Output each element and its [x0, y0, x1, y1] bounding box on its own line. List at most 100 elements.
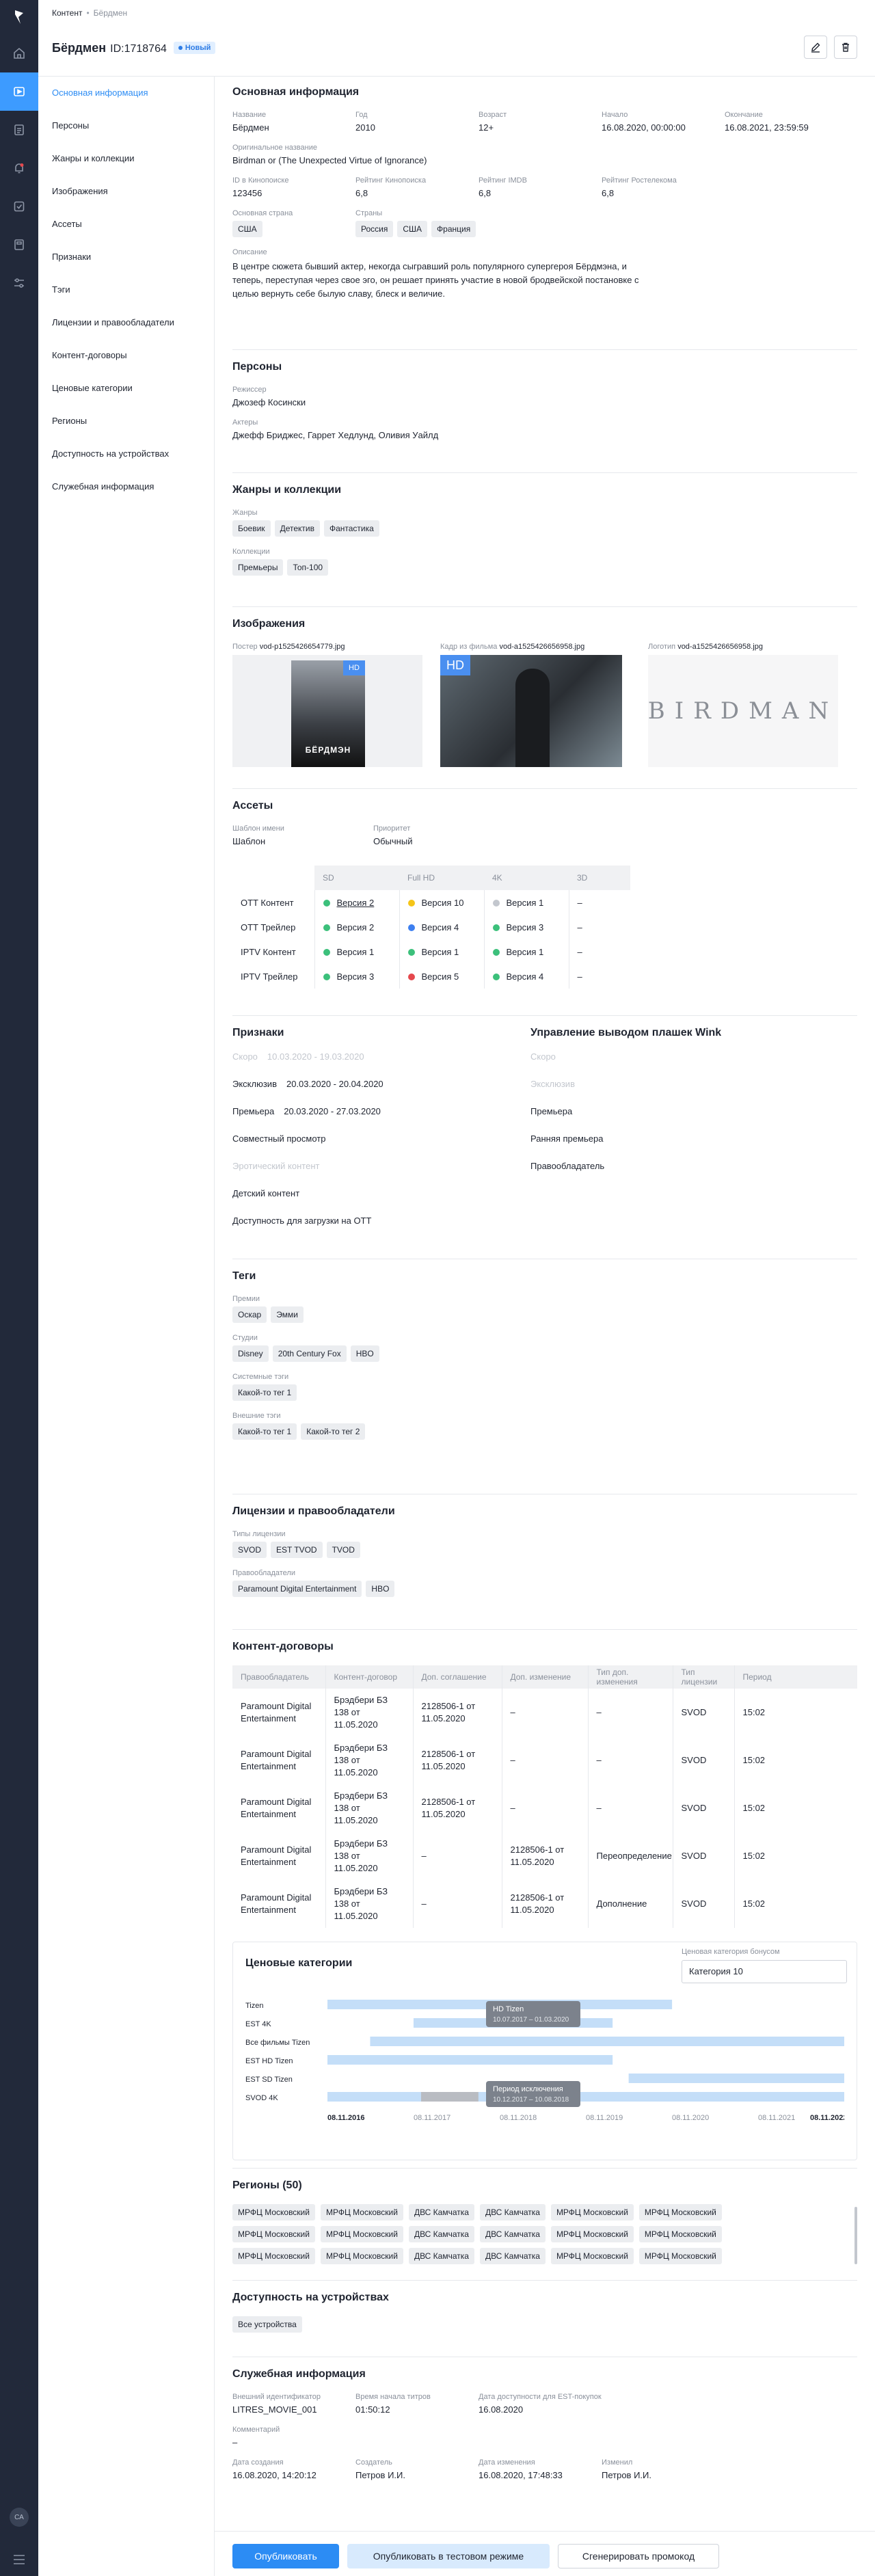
breadcrumb-root[interactable]: Контент [52, 8, 82, 18]
poster-image[interactable]: Постер vod-p1525426654779.jpg БЁРДМЭН HD [232, 643, 422, 767]
asset-cell[interactable]: Версия 1 [399, 939, 484, 964]
asset-cell[interactable]: Версия 5 [399, 964, 484, 989]
asset-cell[interactable]: – [568, 939, 630, 964]
field-value: 12+ [479, 122, 494, 133]
menu-collapse-icon[interactable] [12, 2554, 26, 2567]
table-row[interactable]: Paramount Digital Entertainment Брэдбери … [232, 1736, 857, 1784]
exclusion-period-bar[interactable] [420, 2092, 479, 2102]
region-chip: ДВС Камчатка [479, 2226, 546, 2242]
sidebar-item[interactable]: Ценовые категории [38, 372, 214, 405]
asset-cell[interactable]: Версия 2 [314, 890, 399, 915]
sidebar-item[interactable]: Персоны [38, 109, 214, 142]
sidebar-item[interactable]: Изображения [38, 175, 214, 208]
tag-group: Внешние тэги Какой-то тег 1 Какой-то тег 2 [232, 1412, 857, 1440]
asset-cell[interactable]: – [568, 890, 630, 915]
publish-test-button[interactable]: Опубликовать в тестовом режиме [347, 2544, 550, 2568]
contract-cell: SVOD [673, 1736, 735, 1784]
sidebar-item[interactable]: Жанры и коллекции [38, 142, 214, 175]
status-dot [492, 899, 500, 907]
sidebar-item[interactable]: Регионы [38, 405, 214, 438]
delete-button[interactable] [834, 36, 857, 59]
wink-badge-label: Скоро [530, 1051, 556, 1062]
sidebar-item[interactable]: Служебная информация [38, 470, 214, 503]
regions-scrollbar[interactable] [854, 2207, 857, 2264]
sidebar-item[interactable]: Тэги [38, 273, 214, 306]
table-row[interactable]: Paramount Digital Entertainment Брэдбери … [232, 1689, 857, 1736]
logo[interactable] [0, 0, 38, 34]
price-period-bar[interactable] [370, 2037, 844, 2046]
table-row[interactable]: Paramount Digital Entertainment Брэдбери … [232, 1880, 857, 1928]
contract-cell: SVOD [673, 1832, 735, 1880]
bonus-category-select[interactable]: Категория 10 [682, 1960, 847, 1983]
field-label: Комментарий [232, 2426, 280, 2434]
tasks-icon[interactable] [0, 187, 38, 226]
table-row[interactable]: Paramount Digital Entertainment Брэдбери … [232, 1832, 857, 1880]
asset-version: Версия 4 [506, 971, 544, 982]
section-title: Лицензии и правообладатели [232, 1505, 395, 1517]
section-service: Служебная информация Внешний идентификат… [232, 2357, 857, 2516]
flag-label: Совместный просмотр [232, 1133, 326, 1144]
asset-cell[interactable]: Версия 3 [314, 964, 399, 989]
avatar[interactable]: СА [10, 2508, 29, 2527]
home-icon[interactable] [0, 34, 38, 72]
asset-cell[interactable]: Версия 4 [483, 964, 569, 989]
asset-cell[interactable]: Версия 4 [399, 915, 484, 939]
sidebar-item[interactable]: Ассеты [38, 208, 214, 241]
price-period-bar[interactable] [327, 2092, 844, 2102]
field: Рейтинг Ростелекома 6,8 [602, 176, 725, 198]
device-chip: Все устройства [232, 2316, 302, 2333]
library-icon[interactable] [0, 226, 38, 264]
asset-version: Версия 3 [506, 922, 544, 933]
section-title: Контент-договоры [232, 1641, 334, 1652]
title-text: Бёрдмен [52, 41, 107, 55]
sidebar-item[interactable]: Контент-договоры [38, 339, 214, 372]
field-label: Рейтинг Кинопоиска [355, 176, 427, 185]
field: Дата изменения 16.08.2020, 17:48:33 [479, 2458, 602, 2480]
asset-cell[interactable]: Версия 3 [483, 915, 569, 939]
asset-cell[interactable]: Версия 1 [314, 939, 399, 964]
section-title: Ценовые категории [245, 1957, 353, 1969]
asset-version: Версия 1 [506, 897, 544, 908]
logo-image[interactable]: Логотип vod-a1525426656958.jpg BIRDMAN [648, 643, 838, 767]
sidebar-item[interactable]: Лицензии и правообладатели [38, 306, 214, 339]
asset-cell[interactable]: Версия 2 [314, 915, 399, 939]
region-chip: МРФЦ Московский [232, 2248, 315, 2264]
document-icon[interactable] [0, 111, 38, 149]
asset-cell[interactable]: Версия 1 [483, 939, 569, 964]
field: Создатель Петров И.И. [355, 2458, 479, 2480]
edit-button[interactable] [804, 36, 827, 59]
table-row: OTT Контент Версия 2 Версия 10 Версия 1 – [232, 890, 630, 915]
section-devices: Доступность на устройствах Все устройств… [232, 2281, 857, 2357]
table-row[interactable]: Paramount Digital Entertainment Брэдбери … [232, 1784, 857, 1832]
asset-cell[interactable]: – [568, 964, 630, 989]
field-value: 16.08.2020, 17:48:33 [479, 2470, 563, 2480]
contract-cell: Paramount Digital Entertainment [232, 1736, 326, 1784]
table-header-cell [232, 866, 314, 890]
frame-image[interactable]: Кадр из фильма vod-a1525426656958.jpg HD [440, 643, 630, 767]
field: ID в Кинопоиске 123456 [232, 176, 355, 198]
section-basic-info: Основная информация Название Бёрдмен Год 20… [232, 77, 857, 350]
contract-cell: Брэдбери БЗ 138 от 11.05.2020 [325, 1880, 414, 1928]
publish-button[interactable]: Опубликовать [232, 2544, 339, 2568]
wink-badge-label: Ранняя премьера [530, 1133, 604, 1144]
status-dot [407, 899, 415, 907]
settings-sliders-icon[interactable] [0, 264, 38, 302]
content-icon[interactable] [0, 72, 38, 111]
asset-cell[interactable]: Версия 10 [399, 890, 484, 915]
price-period-bar[interactable] [327, 2055, 613, 2065]
sidebar-item[interactable]: Признаки [38, 241, 214, 273]
sidebar-item[interactable]: Доступность на устройствах [38, 438, 214, 470]
field-label: Режиссер [232, 386, 267, 394]
asset-cell[interactable]: Версия 1 [483, 890, 569, 915]
section-flags: Признаки Скоро 10.03.2020 - 19.03.2020 Экс… [232, 1016, 857, 1259]
comment: – [232, 2437, 238, 2447]
sidebar-item[interactable]: Основная информация [38, 77, 214, 109]
notification-icon[interactable] [0, 149, 38, 187]
section-title: Регионы (50) [232, 2179, 302, 2191]
price-period-bar[interactable] [628, 2074, 844, 2083]
region-chip: МРФЦ Московский [320, 2204, 403, 2221]
asset-cell[interactable]: – [568, 915, 630, 939]
flag-item: Скоро 10.03.2020 - 19.03.2020 [232, 1051, 530, 1064]
generate-promocode-button[interactable]: Сгенерировать промокод [558, 2544, 719, 2568]
flag-dates: 20.03.2020 - 20.04.2020 [286, 1079, 383, 1089]
